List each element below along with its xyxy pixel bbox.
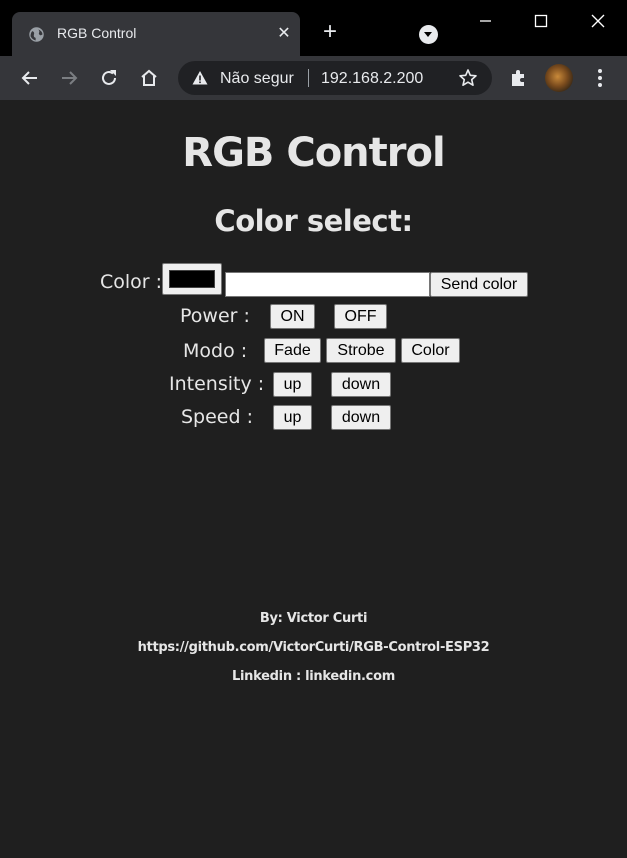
warning-icon[interactable] (192, 70, 208, 86)
page-content: RGB Control Color select: Color : Send c… (0, 100, 627, 858)
tab-search-button[interactable] (419, 25, 438, 44)
speed-up-button[interactable]: up (273, 405, 312, 430)
intensity-up-button[interactable]: up (273, 372, 312, 397)
tab-title: RGB Control (57, 25, 137, 41)
footer-linkedin[interactable]: Linkedin : linkedin.com (0, 669, 627, 684)
speed-label: Speed : (181, 406, 254, 428)
browser-tab[interactable]: RGB Control ✕ (12, 12, 300, 56)
page-title: RGB Control (182, 130, 445, 176)
color-label: Color : (100, 271, 163, 293)
mode-strobe-button[interactable]: Strobe (326, 338, 396, 363)
close-icon[interactable] (585, 8, 611, 34)
power-off-button[interactable]: OFF (334, 304, 387, 329)
address-bar[interactable]: Não segur 192.168.2.200 (178, 61, 492, 95)
browser-titlebar: RGB Control ✕ + (0, 0, 627, 56)
footer-author: By: Victor Curti (259, 611, 368, 626)
color-swatch (169, 270, 215, 288)
send-color-button[interactable]: Send color (430, 272, 528, 297)
url-text[interactable]: 192.168.2.200 (321, 70, 423, 88)
color-picker[interactable] (162, 263, 222, 295)
color-text-input[interactable] (225, 272, 430, 297)
reload-icon[interactable] (98, 67, 120, 89)
avatar[interactable] (545, 64, 573, 92)
speed-down-button[interactable]: down (331, 405, 391, 430)
mode-color-button[interactable]: Color (401, 338, 460, 363)
extensions-icon[interactable] (508, 67, 530, 89)
star-icon[interactable] (458, 68, 478, 88)
intensity-down-button[interactable]: down (331, 372, 391, 397)
new-tab-button[interactable]: + (318, 20, 342, 44)
address-separator (308, 69, 309, 87)
power-on-button[interactable]: ON (270, 304, 315, 329)
power-label: Power : (180, 305, 250, 327)
back-icon[interactable] (19, 67, 41, 89)
page-subtitle: Color select: (214, 204, 413, 238)
minimize-icon[interactable] (472, 8, 498, 34)
forward-icon[interactable] (58, 67, 80, 89)
intensity-label: Intensity : (169, 373, 265, 395)
mode-fade-button[interactable]: Fade (264, 338, 321, 363)
mode-label: Modo : (183, 340, 248, 362)
security-status-text[interactable]: Não segur (220, 70, 294, 88)
home-icon[interactable] (138, 67, 160, 89)
footer-repo-link[interactable]: https://github.com/VictorCurti/RGB-Contr… (0, 640, 627, 655)
tab-close-button[interactable]: ✕ (274, 24, 294, 44)
globe-icon (29, 27, 44, 42)
maximize-icon[interactable] (528, 8, 554, 34)
menu-icon[interactable] (590, 66, 610, 90)
browser-toolbar: Não segur 192.168.2.200 (0, 56, 627, 100)
